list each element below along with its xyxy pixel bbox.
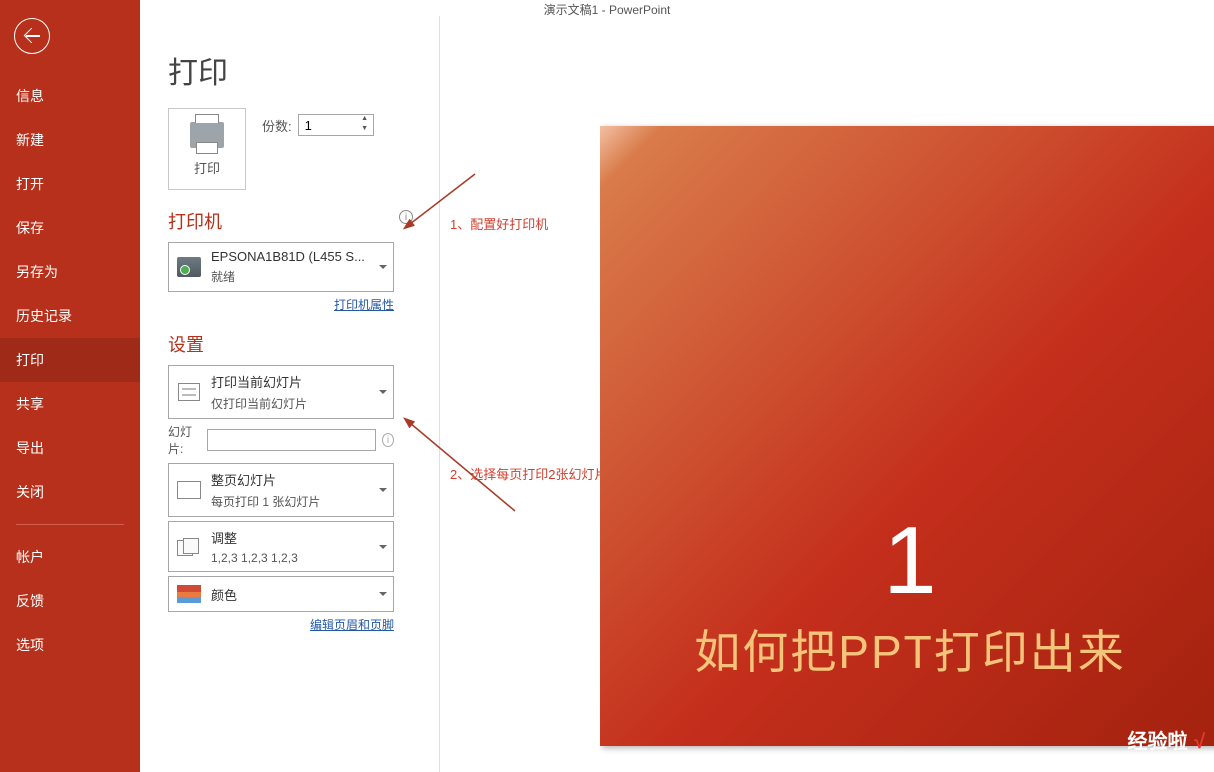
print-settings-pane: 打印 打印 份数: ▲ ▼ 打印机 i: [140, 16, 440, 772]
color-title: 颜色: [211, 585, 237, 604]
print-button-label: 打印: [194, 158, 220, 177]
sidebar-divider: [16, 524, 124, 525]
copies-label: 份数:: [262, 116, 292, 135]
printer-icon: [190, 122, 224, 148]
sidebar-item-history[interactable]: 历史记录: [0, 294, 140, 338]
color-dropdown[interactable]: 颜色: [168, 576, 394, 612]
printer-name: EPSONA1B81D (L455 S...: [211, 249, 365, 264]
sidebar-item-export[interactable]: 导出: [0, 426, 140, 470]
sidebar-item-open[interactable]: 打开: [0, 162, 140, 206]
page-title: 打印: [168, 48, 439, 92]
color-icon: [177, 585, 201, 603]
slides-input-row: 幻灯片: i: [168, 423, 394, 457]
sidebar-item-close[interactable]: 关闭: [0, 470, 140, 514]
sidebar-item-feedback[interactable]: 反馈: [0, 579, 140, 623]
chevron-down-icon: [379, 592, 387, 596]
sidebar-item-share[interactable]: 共享: [0, 382, 140, 426]
collate-sub: 1,2,3 1,2,3 1,2,3: [211, 551, 298, 565]
chevron-down-icon: [379, 265, 387, 269]
printer-dropdown[interactable]: EPSONA1B81D (L455 S... 就绪: [168, 242, 394, 292]
layout-sub: 每页打印 1 张幻灯片: [211, 493, 320, 510]
print-scope-dropdown[interactable]: 打印当前幻灯片 仅打印当前幻灯片: [168, 365, 394, 419]
slide-number: 1: [883, 506, 936, 616]
chevron-down-icon: [379, 488, 387, 492]
chevron-down-icon: [379, 390, 387, 394]
full-page-icon: [177, 481, 201, 499]
printer-properties-link[interactable]: 打印机属性: [168, 296, 394, 313]
sidebar-item-options[interactable]: 选项: [0, 623, 140, 667]
title-bar: 演示文稿1 - PowerPoint: [0, 0, 1214, 16]
collate-title: 调整: [211, 528, 298, 547]
print-button[interactable]: 打印: [168, 108, 246, 190]
info-icon[interactable]: i: [399, 210, 413, 224]
sidebar-item-new[interactable]: 新建: [0, 118, 140, 162]
annotation-text-1: 1、配置好打印机: [450, 214, 548, 233]
info-icon[interactable]: i: [382, 433, 394, 447]
settings-heading: 设置: [168, 331, 439, 357]
annotation-text-2: 2、选择每页打印2张幻灯片: [450, 464, 607, 483]
backstage-sidebar: 信息 新建 打开 保存 另存为 历史记录 打印 共享 导出 关闭 帐户 反馈 选…: [0, 0, 140, 772]
sidebar-item-print[interactable]: 打印: [0, 338, 140, 382]
sidebar-item-info[interactable]: 信息: [0, 74, 140, 118]
scope-title: 打印当前幻灯片: [211, 372, 307, 391]
page-icon: [178, 383, 200, 401]
back-button[interactable]: [14, 18, 50, 54]
copies-up-button[interactable]: ▲: [357, 115, 373, 125]
scope-sub: 仅打印当前幻灯片: [211, 395, 307, 412]
copies-spinner[interactable]: ▲ ▼: [298, 114, 374, 136]
chevron-down-icon: [379, 545, 387, 549]
sidebar-item-save[interactable]: 保存: [0, 206, 140, 250]
layout-title: 整页幻灯片: [211, 470, 320, 489]
collate-icon: [177, 538, 201, 556]
collate-dropdown[interactable]: 调整 1,2,3 1,2,3 1,2,3: [168, 521, 394, 572]
slide-title: 如何把PPT打印出来: [694, 616, 1125, 682]
sidebar-item-account[interactable]: 帐户: [0, 535, 140, 579]
slides-input[interactable]: [207, 429, 376, 451]
printer-device-icon: [177, 257, 201, 277]
content-area: 打印 打印 份数: ▲ ▼ 打印机 i: [140, 16, 1214, 772]
middle-area: 1、配置好打印机 2、选择每页打印2张幻灯片: [440, 16, 600, 772]
edit-header-footer-link[interactable]: 编辑页眉和页脚: [168, 616, 394, 633]
print-preview: 1 如何把PPT打印出来: [600, 16, 1214, 772]
copies-input[interactable]: [299, 118, 357, 133]
sidebar-item-saveas[interactable]: 另存为: [0, 250, 140, 294]
slides-label: 幻灯片:: [168, 423, 201, 457]
printer-status: 就绪: [211, 268, 365, 285]
preview-slide: 1 如何把PPT打印出来: [600, 126, 1214, 746]
printer-heading: 打印机 i: [168, 208, 439, 234]
copies-down-button[interactable]: ▼: [357, 125, 373, 135]
layout-dropdown[interactable]: 整页幻灯片 每页打印 1 张幻灯片: [168, 463, 394, 517]
